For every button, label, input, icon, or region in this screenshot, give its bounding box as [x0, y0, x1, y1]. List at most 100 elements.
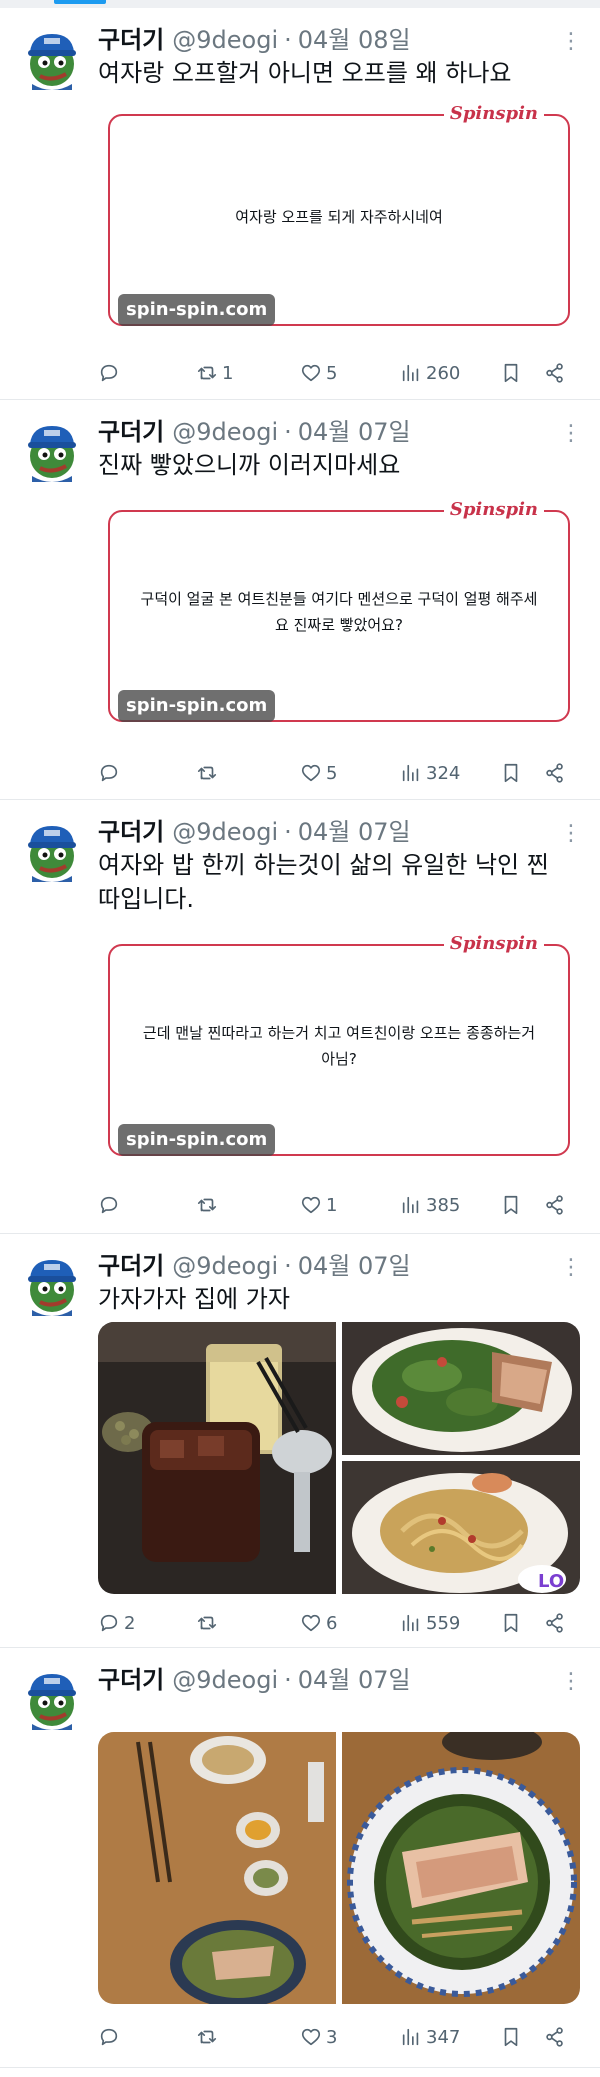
bookmark-button[interactable] [500, 1190, 522, 1220]
tweet-2[interactable]: 구더기 @9deogi · 04월 07일 ⋮ 진짜 빻았으니까 이러지마세요 … [0, 400, 600, 800]
tweet-header: 구더기 @9deogi · 04월 07일 [98, 812, 411, 848]
tweet-header: 구더기 @9deogi · 04월 07일 [98, 412, 411, 448]
more-icon[interactable]: ⋮ [560, 422, 582, 446]
retweet-button[interactable] [196, 1190, 222, 1220]
bookmark-button[interactable] [500, 358, 522, 388]
retweet-icon [197, 1616, 217, 1630]
like-button[interactable]: 3 [300, 2022, 337, 2052]
avatar[interactable] [20, 1666, 84, 1730]
share-button[interactable] [544, 1190, 566, 1220]
like-button[interactable]: 1 [300, 1190, 337, 1220]
views-count: 559 [426, 1612, 461, 1634]
user-handle[interactable]: @9deogi [172, 1252, 278, 1280]
retweet-icon [197, 1198, 217, 1212]
photo-salad[interactable] [342, 1322, 580, 1455]
separator-dot: · [284, 26, 292, 54]
display-name[interactable]: 구더기 [98, 812, 164, 847]
like-button[interactable]: 5 [300, 358, 337, 388]
tweet-5[interactable]: 구더기 @9deogi · 04월 07일 ⋮ 3 347 [0, 1648, 600, 2068]
card-text: 여자랑 오프를 되게 자주하시네여 [235, 208, 443, 226]
more-icon[interactable]: ⋮ [560, 1256, 582, 1280]
display-name[interactable]: 구더기 [98, 412, 164, 447]
reply-count: 2 [124, 1612, 136, 1634]
views-icon [402, 2028, 419, 2046]
tweet-date[interactable]: 04월 07일 [298, 812, 411, 847]
share-icon [546, 1613, 563, 1633]
retweet-button[interactable] [196, 1608, 222, 1638]
bookmark-button[interactable] [500, 1608, 522, 1638]
photo-pasta[interactable]: LO [342, 1461, 580, 1594]
share-button[interactable] [544, 2022, 566, 2052]
display-name[interactable]: 구더기 [98, 1660, 164, 1695]
views-button[interactable]: 385 [400, 1190, 460, 1220]
tweet-3[interactable]: 구더기 @9deogi · 04월 07일 ⋮ 여자와 밥 한끼 하는것이 삶의… [0, 800, 600, 1234]
like-count: 6 [326, 1612, 338, 1634]
tweet-text: 가자가자 집에 가자 [98, 1285, 290, 1313]
bookmark-icon [504, 363, 518, 383]
tweet-date[interactable]: 04월 08일 [298, 20, 411, 55]
share-button[interactable] [544, 358, 566, 388]
display-name[interactable]: 구더기 [98, 1246, 164, 1281]
user-handle[interactable]: @9deogi [172, 418, 278, 446]
retweet-button[interactable]: 1 [196, 358, 233, 388]
separator-dot: · [284, 1252, 292, 1280]
bookmark-button[interactable] [500, 2022, 522, 2052]
views-count: 347 [426, 2026, 461, 2048]
like-icon [301, 364, 321, 382]
views-button[interactable]: 324 [400, 758, 460, 788]
user-handle[interactable]: @9deogi [172, 818, 278, 846]
photo-drinks[interactable] [98, 1322, 336, 1594]
photo-table[interactable] [98, 1732, 336, 2004]
reply-icon [100, 364, 118, 382]
avatar[interactable] [20, 418, 84, 482]
photo-grid [98, 1732, 580, 2004]
photo-ramen[interactable] [342, 1732, 580, 2004]
reply-button[interactable] [98, 758, 124, 788]
link-card[interactable]: Spinspin 여자랑 오프를 되게 자주하시네여 spin-spin.com [108, 102, 570, 326]
tweet-header: 구더기 @9deogi · 04월 07일 [98, 1660, 411, 1696]
share-button[interactable] [544, 1608, 566, 1638]
avatar[interactable] [20, 1252, 84, 1316]
views-icon [402, 764, 419, 782]
reply-button[interactable] [98, 358, 124, 388]
retweet-button[interactable] [196, 2022, 222, 2052]
bookmark-button[interactable] [500, 758, 522, 788]
reply-icon [100, 764, 118, 782]
views-button[interactable]: 347 [400, 2022, 460, 2052]
tweet-1[interactable]: 구더기 @9deogi · 04월 08일 ⋮ 여자랑 오프할거 아니면 오프를… [0, 8, 600, 400]
tweet-date[interactable]: 04월 07일 [298, 1246, 411, 1281]
link-card[interactable]: Spinspin 구덕이 얼굴 본 여트친분들 여기다 멘션으로 구덕이 얼평 … [108, 498, 570, 722]
retweet-button[interactable] [196, 758, 222, 788]
tweet-text: 진짜 빻았으니까 이러지마세요 [98, 451, 401, 479]
reply-button[interactable]: 2 [98, 1608, 135, 1638]
more-icon[interactable]: ⋮ [560, 30, 582, 54]
views-button[interactable]: 559 [400, 1608, 460, 1638]
bookmark-icon [504, 1613, 518, 1633]
display-name[interactable]: 구더기 [98, 20, 164, 55]
action-bar: 5 324 [98, 758, 572, 788]
reply-button[interactable] [98, 2022, 124, 2052]
share-button[interactable] [544, 758, 566, 788]
link-card[interactable]: Spinspin 근데 맨날 찐따라고 하는거 치고 여트친이랑 오프는 종종하… [108, 932, 570, 1156]
tweet-4[interactable]: 구더기 @9deogi · 04월 07일 ⋮ 가자가자 집에 가자 LO 2 … [0, 1234, 600, 1648]
card-brand-logo: Spinspin [443, 102, 544, 126]
separator-dot: · [284, 418, 292, 446]
tweet-date[interactable]: 04월 07일 [298, 412, 411, 447]
reply-button[interactable] [98, 1190, 124, 1220]
card-text: 구덕이 얼굴 본 여트친분들 여기다 멘션으로 구덕이 얼평 해주세요 진짜로 … [140, 590, 538, 634]
avatar[interactable] [20, 818, 84, 882]
user-handle[interactable]: @9deogi [172, 26, 278, 54]
card-site-label: spin-spin.com [118, 690, 276, 722]
more-icon[interactable]: ⋮ [560, 1670, 582, 1694]
views-button[interactable]: 260 [400, 358, 460, 388]
tweet-date[interactable]: 04월 07일 [298, 1660, 411, 1695]
like-button[interactable]: 6 [300, 1608, 337, 1638]
user-handle[interactable]: @9deogi [172, 1666, 278, 1694]
more-icon[interactable]: ⋮ [560, 822, 582, 846]
retweet-icon [197, 766, 217, 780]
avatar[interactable] [20, 26, 84, 90]
views-icon [402, 364, 419, 382]
share-icon [546, 763, 563, 783]
like-button[interactable]: 5 [300, 758, 337, 788]
views-count: 385 [426, 1194, 461, 1216]
